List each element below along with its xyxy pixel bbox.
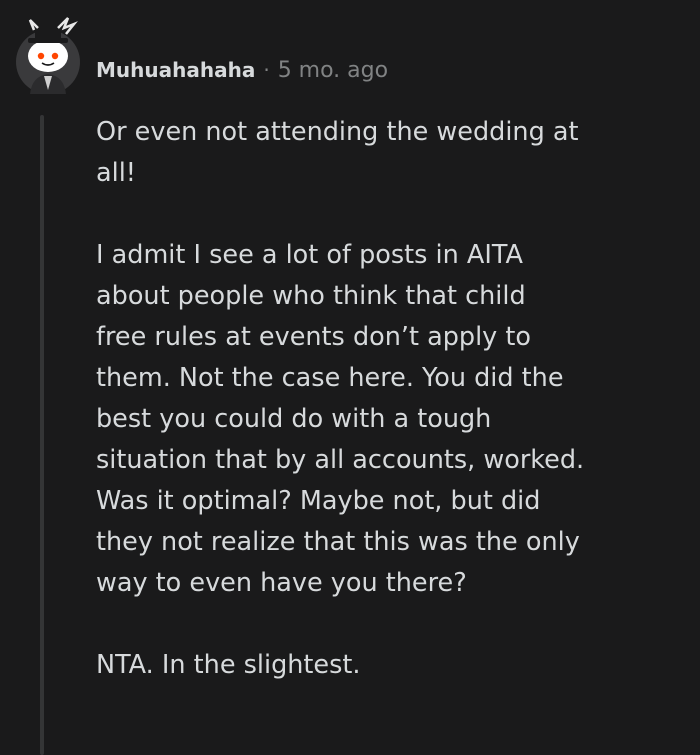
comment-meta: Muhuahahaha · 5 mo. ago [96,54,388,86]
snoo-avatar-icon[interactable] [14,12,82,96]
comment-timestamp[interactable]: 5 mo. ago [278,58,388,83]
comment-paragraph: NTA. In the slightest. [96,650,361,680]
comment-paragraph: I admit I see a lot of posts in AITA abo… [96,240,585,598]
meta-separator: · [263,58,270,82]
comment-paragraph: Or even not attending the wedding at all… [96,117,579,188]
thread-collapse-line[interactable] [40,115,44,755]
comment: Muhuahahaha · 5 mo. ago Or even not atte… [0,0,700,755]
author-username[interactable]: Muhuahahaha [96,58,255,82]
comment-body: Or even not attending the wedding at all… [96,112,676,727]
